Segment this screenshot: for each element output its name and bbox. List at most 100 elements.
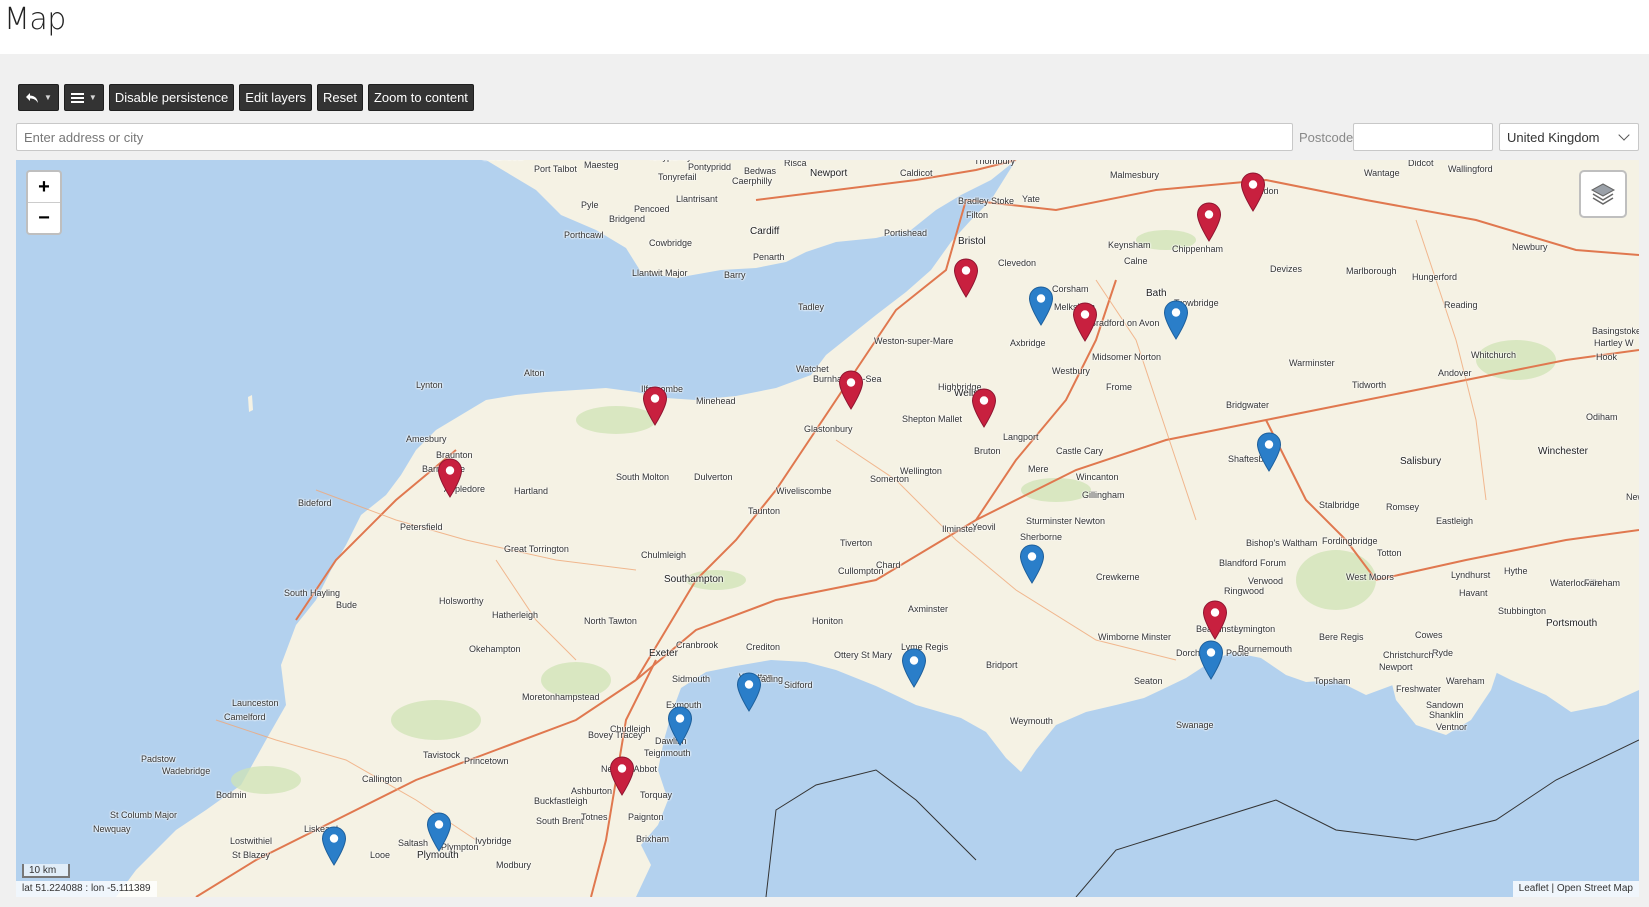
- red-map-marker[interactable]: [1196, 202, 1222, 242]
- map-pin-icon: [1163, 300, 1189, 340]
- place-label: Caldicot: [900, 168, 933, 178]
- map-view[interactable]: Swansea Port Talbot Maesteg TonypandyPontyp…: [16, 160, 1639, 897]
- place-label: Andover: [1438, 368, 1472, 378]
- place-label: Bradley Stoke: [958, 196, 1015, 206]
- place-label: Malmesbury: [1110, 170, 1160, 180]
- place-label: Newport: [1379, 662, 1413, 672]
- place-label: Portishead: [884, 228, 928, 238]
- place-label: Swansea: [482, 160, 523, 163]
- blue-map-marker[interactable]: [1163, 300, 1189, 340]
- disable-persistence-button[interactable]: Disable persistence: [108, 84, 235, 111]
- red-map-marker[interactable]: [1240, 172, 1266, 212]
- red-map-marker[interactable]: [1072, 302, 1098, 342]
- place-label: Dulverton: [694, 472, 733, 482]
- place-label: Pencoed: [634, 204, 670, 214]
- layers-icon: [1590, 183, 1616, 205]
- country-select[interactable]: United Kingdom: [1499, 123, 1639, 151]
- place-label: Filton: [966, 210, 989, 220]
- place-label: Bridgwater: [1226, 400, 1270, 410]
- place-label: Mere: [1028, 464, 1049, 474]
- place-label: New Alresford: [1626, 492, 1639, 502]
- map-pin-icon: [642, 386, 668, 426]
- place-label: Wallingford: [1448, 164, 1493, 174]
- map-pin-icon: [971, 388, 997, 428]
- blue-map-marker[interactable]: [1256, 432, 1282, 472]
- place-label: Axbridge: [1010, 338, 1046, 348]
- blue-map-marker[interactable]: [736, 672, 762, 712]
- red-map-marker[interactable]: [437, 458, 463, 498]
- place-label: St Columb Major: [110, 810, 178, 820]
- place-label: South Brent: [536, 816, 584, 826]
- place-label: Verwood: [1248, 576, 1284, 586]
- place-label: Bude: [336, 600, 358, 610]
- place-label: Crewkerne: [1096, 572, 1140, 582]
- place-label: Porthcawl: [564, 230, 604, 240]
- red-map-marker[interactable]: [838, 370, 864, 410]
- undo-button[interactable]: ▼: [18, 84, 59, 111]
- place-label: Paignton: [628, 812, 664, 822]
- place-label: Axminster: [908, 604, 949, 614]
- menu-button[interactable]: ▼: [63, 84, 104, 111]
- place-label: Wimborne Minster: [1098, 632, 1172, 642]
- map-toolbar: ▼ ▼ Disable persistence Edit layers Rese…: [18, 84, 474, 111]
- place-label: Swanage: [1176, 720, 1214, 730]
- red-map-marker[interactable]: [971, 388, 997, 428]
- map-pin-icon: [1028, 286, 1054, 326]
- place-label: Newquay: [93, 824, 131, 834]
- blue-map-marker[interactable]: [1028, 286, 1054, 326]
- place-label: Hook: [1596, 352, 1618, 362]
- place-label: North Tawton: [584, 616, 637, 626]
- place-label: Princetown: [464, 756, 509, 766]
- blue-map-marker[interactable]: [901, 648, 927, 688]
- red-map-marker[interactable]: [642, 386, 668, 426]
- page-header: Map: [0, 0, 1649, 54]
- place-label: Newbury: [1512, 242, 1548, 252]
- place-label: Reading: [1444, 300, 1478, 310]
- place-label: Ivybridge: [475, 836, 512, 846]
- reset-button[interactable]: Reset: [317, 84, 363, 111]
- blue-map-marker[interactable]: [1019, 544, 1045, 584]
- place-label: Christchurch: [1383, 650, 1434, 660]
- blue-map-marker[interactable]: [667, 706, 693, 746]
- address-input[interactable]: [16, 123, 1293, 151]
- place-label: Somerton: [870, 474, 910, 484]
- place-label: Stalbridge: [1319, 500, 1360, 510]
- place-label: Tonyrefail: [658, 172, 697, 182]
- map-pin-icon: [1198, 640, 1224, 680]
- map-pin-icon: [1072, 302, 1098, 342]
- postcode-input[interactable]: [1353, 123, 1493, 151]
- place-label: Cranbrook: [676, 640, 719, 650]
- layers-button[interactable]: [1579, 170, 1627, 218]
- place-label: Stubbington: [1498, 606, 1547, 616]
- edit-layers-button[interactable]: Edit layers: [239, 84, 312, 111]
- place-label: Tidworth: [1352, 380, 1387, 390]
- place-label: Warminster: [1289, 358, 1335, 368]
- place-label: Frome: [1106, 382, 1133, 392]
- page-title: Map: [4, 2, 66, 37]
- place-label: Cowbridge: [649, 238, 693, 248]
- blue-map-marker[interactable]: [1198, 640, 1224, 680]
- place-label: Ashburton: [571, 786, 613, 796]
- blue-map-marker[interactable]: [321, 826, 347, 866]
- zoom-out-button[interactable]: −: [28, 202, 60, 233]
- place-label: Havant: [1459, 588, 1488, 598]
- zoom-to-content-button[interactable]: Zoom to content: [367, 84, 474, 111]
- zoom-in-button[interactable]: +: [28, 172, 60, 202]
- place-label: Westbury: [1052, 366, 1090, 376]
- map-attribution[interactable]: Leaflet | Open Street Map: [1512, 881, 1639, 897]
- place-label: Taunton: [748, 506, 781, 516]
- place-label: Barry: [724, 270, 746, 280]
- red-map-marker[interactable]: [609, 756, 635, 796]
- map-pin-icon: [1256, 432, 1282, 472]
- chevron-down-icon: ▼: [88, 93, 97, 102]
- place-label: Wiveliscombe: [776, 486, 832, 496]
- place-label: Modbury: [496, 860, 532, 870]
- place-label: Sherborne: [1020, 532, 1063, 542]
- place-label: Cardiff: [750, 226, 780, 237]
- place-label: Chippenham: [1172, 244, 1224, 254]
- place-label: Honiton: [812, 616, 844, 626]
- red-map-marker[interactable]: [1202, 600, 1228, 640]
- red-map-marker[interactable]: [953, 258, 979, 298]
- blue-map-marker[interactable]: [426, 812, 452, 852]
- place-label: Whitchurch: [1471, 350, 1517, 360]
